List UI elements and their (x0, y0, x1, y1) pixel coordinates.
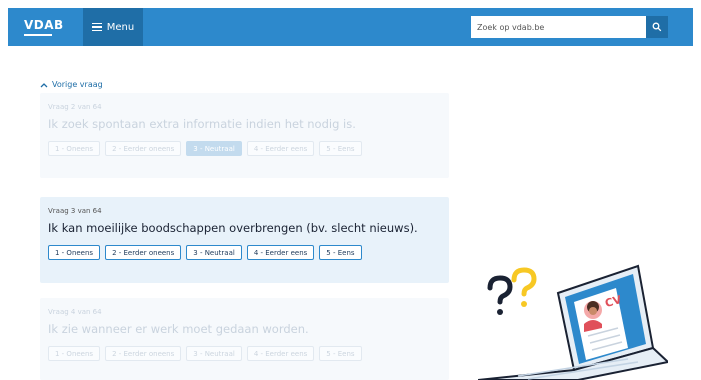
answer-button-5[interactable]: 5 - Eens (319, 346, 362, 361)
question-counter: Vraag 4 van 64 (48, 308, 102, 316)
search-input[interactable] (471, 16, 646, 38)
menu-button[interactable]: Menu (83, 8, 143, 46)
answer-button-2[interactable]: 2 - Eerder oneens (105, 245, 182, 260)
header-bar: VDAB Menu (8, 8, 693, 46)
answer-button-1[interactable]: 1 - Oneens (48, 346, 101, 361)
answer-button-3[interactable]: 3 - Neutraal (186, 245, 242, 260)
chevron-up-icon (40, 82, 48, 87)
previous-question-label: Vorige vraag (52, 80, 103, 89)
answer-button-4[interactable]: 4 - Eerder eens (246, 141, 315, 156)
answer-button-5[interactable]: 5 - Eens (319, 245, 362, 260)
answer-button-2[interactable]: 2 - Eerder oneens (105, 346, 182, 361)
cv-laptop-illustration: CV (478, 264, 668, 380)
vdab-logo[interactable]: VDAB (24, 18, 64, 32)
answer-button-2[interactable]: 2 - Eerder oneens (105, 141, 182, 156)
answer-button-1[interactable]: 1 - Oneens (48, 245, 101, 260)
menu-label: Menu (106, 21, 135, 33)
search-box (471, 16, 671, 38)
answer-button-3[interactable]: 3 - Neutraal (186, 141, 242, 156)
question-text: Ik kan moeilijke boodschappen overbrenge… (48, 221, 418, 235)
answer-button-4[interactable]: 4 - Eerder eens (246, 346, 315, 361)
answer-group: 1 - Oneens 2 - Eerder oneens 3 - Neutraa… (48, 346, 449, 361)
page: VDAB Menu Vorige vraag Vraag 2 van 64 Ik… (0, 0, 701, 380)
question-marks-icon (487, 267, 537, 315)
question-card-2: Vraag 2 van 64 Ik zoek spontaan extra in… (40, 93, 449, 178)
question-card-3: Vraag 3 van 64 Ik kan moeilijke boodscha… (40, 197, 449, 283)
question-card-4: Vraag 4 van 64 Ik zie wanneer er werk mo… (40, 298, 449, 380)
search-button[interactable] (646, 16, 668, 38)
previous-question-link[interactable]: Vorige vraag (40, 80, 103, 89)
answer-group: 1 - Oneens 2 - Eerder oneens 3 - Neutraa… (48, 245, 449, 260)
search-icon (652, 22, 662, 32)
question-text: Ik zoek spontaan extra informatie indien… (48, 117, 356, 131)
answer-button-4[interactable]: 4 - Eerder eens (246, 245, 315, 260)
question-counter: Vraag 3 van 64 (48, 207, 102, 215)
answer-group: 1 - Oneens 2 - Eerder oneens 3 - Neutraa… (48, 141, 449, 156)
question-counter: Vraag 2 van 64 (48, 103, 102, 111)
hamburger-icon (91, 23, 102, 31)
answer-button-3[interactable]: 3 - Neutraal (186, 346, 242, 361)
question-text: Ik zie wanneer er werk moet gedaan worde… (48, 322, 309, 336)
answer-button-5[interactable]: 5 - Eens (319, 141, 362, 156)
logo-underline (24, 34, 52, 36)
answer-button-1[interactable]: 1 - Oneens (48, 141, 101, 156)
